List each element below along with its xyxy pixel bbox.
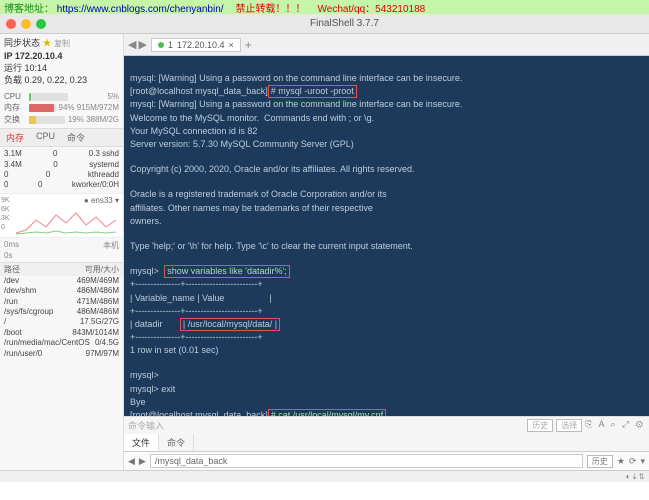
min-traffic[interactable]	[21, 19, 31, 29]
fwd-icon[interactable]: ▶	[139, 456, 146, 467]
path-input[interactable]: /mysql_data_back	[150, 454, 583, 468]
max-traffic[interactable]	[36, 19, 46, 29]
back-icon[interactable]: ◀	[128, 38, 136, 51]
datadir-value: | /usr/local/mysql/data/ |	[180, 318, 280, 331]
net-iface[interactable]: ● ens33 ▾	[84, 196, 119, 205]
banner-warn: 禁止转载！！！	[236, 0, 306, 15]
cpu-meter: CPU5%	[4, 92, 119, 101]
blog-label: 博客地址：	[4, 4, 54, 15]
terminal[interactable]: mysql: [Warning] Using a password on the…	[124, 56, 649, 416]
disk-list: 路径可用/大小 /dev469M/469M /dev/shm486M/486M …	[0, 262, 123, 470]
tab-cpu[interactable]: CPU	[30, 129, 61, 146]
bookmark-icon[interactable]: ★	[617, 456, 625, 467]
refresh-icon[interactable]: ⟳	[629, 456, 637, 467]
tab-cmd[interactable]: 命令	[61, 129, 91, 146]
proc-list: 3.1M00.3 sshd 3.4M0systemd 00kthreadd 00…	[0, 147, 123, 193]
sync-status: 同步状态 ★ 复制 IP 172.20.10.4 运行 10:14 负载 0.2…	[0, 34, 123, 89]
tab-commands[interactable]: 命令	[159, 434, 194, 451]
close-traffic[interactable]	[6, 19, 16, 29]
sidebar: 同步状态 ★ 复制 IP 172.20.10.4 运行 10:14 负载 0.2…	[0, 34, 124, 470]
cmd-placeholder[interactable]: 命令输入	[128, 419, 164, 432]
proc-tabs: 内存 CPU 命令	[0, 128, 123, 147]
traffic-lights	[6, 19, 46, 29]
fwd-icon[interactable]: ▶	[138, 38, 146, 51]
tab-mem[interactable]: 内存	[0, 129, 30, 146]
cmd-cat-mycnf: # cat /usr/local/mysql/my.cnf	[268, 409, 386, 416]
status-bar: ◐ ⤓ ⇅	[0, 470, 649, 482]
history-button[interactable]: 历史	[527, 419, 553, 432]
command-input-bar: 命令输入 历史 选择 ⎘ A ⌕ ⤢ ⚙	[124, 416, 649, 434]
cmd-mysql-login: # mysql -uroot -proot	[268, 85, 357, 98]
window-titlebar: FinalShell 3.7.7	[0, 14, 649, 34]
history-button[interactable]: 历史	[587, 455, 613, 468]
toolbar-icons[interactable]: ⎘ A ⌕ ⤢ ⚙	[585, 419, 645, 432]
more-icon[interactable]: ▾	[640, 456, 645, 467]
tab-files[interactable]: 文件	[124, 434, 159, 451]
status-icons[interactable]: ◐ ⤓ ⇅	[626, 472, 645, 482]
file-path-bar: ◀ ▶ /mysql_data_back 历史 ★ ⟳ ▾	[124, 452, 649, 470]
status-dot-icon	[158, 42, 164, 48]
ip-address: IP 172.20.10.4	[4, 50, 119, 62]
close-icon[interactable]: ×	[229, 40, 234, 50]
connection-tab[interactable]: 1172.20.10.4×	[151, 38, 241, 52]
bottom-tabs: 文件 命令	[124, 434, 649, 452]
select-button[interactable]: 选择	[556, 419, 582, 432]
page-banner: 博客地址： https://www.cnblogs.com/chenyanbin…	[0, 0, 649, 14]
timing: 0ms本机 0s	[0, 237, 123, 262]
mem-meter: 内存94% 915M/972M	[4, 102, 119, 113]
toolbar: ◀▶ 1172.20.10.4× +	[124, 34, 649, 56]
main-panel: ◀▶ 1172.20.10.4× + mysql: [Warning] Usin…	[124, 34, 649, 470]
window-title: FinalShell 3.7.7	[46, 18, 643, 29]
add-tab-icon[interactable]: +	[245, 38, 252, 52]
blog-link[interactable]: https://www.cnblogs.com/chenyanbin/	[57, 4, 224, 15]
net-chart: 9K6K3K0 ● ens33 ▾	[0, 193, 123, 237]
banner-contact: Wechat/qq：543210188	[318, 0, 426, 15]
resource-meters: CPU5% 内存94% 915M/972M 交换19% 388M/2G	[0, 89, 123, 128]
sql-show-variables: show variables like 'datadir%';	[164, 265, 290, 278]
swap-meter: 交换19% 388M/2G	[4, 114, 119, 125]
back-icon[interactable]: ◀	[128, 456, 135, 467]
